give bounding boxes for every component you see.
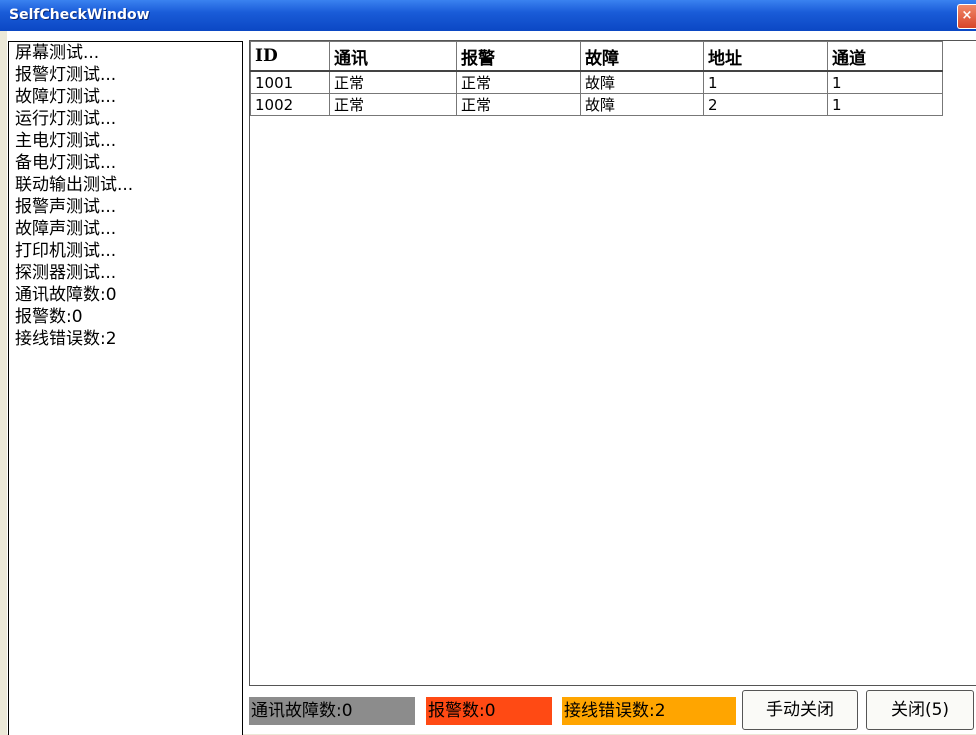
cell-id: 1001	[250, 70, 330, 94]
column-header-fault[interactable]: 故障	[580, 41, 704, 72]
device-status-table: ID 通讯 报警 故障 地址 通道 1001 正常 正常 故障 1 1 1002…	[249, 40, 976, 686]
cell-comm: 正常	[329, 93, 457, 116]
cell-channel: 1	[827, 70, 943, 94]
column-header-comm[interactable]: 通讯	[329, 41, 457, 72]
test-item-main-power[interactable]: 主电灯测试...	[15, 130, 116, 152]
test-item-linkage-output[interactable]: 联动输出测试...	[15, 174, 133, 196]
comm-fault-status: 通讯故障数:0	[249, 697, 415, 725]
title-bar: SelfCheckWindow ×	[0, 0, 976, 31]
cell-comm: 正常	[329, 70, 457, 94]
cell-channel: 1	[827, 93, 943, 116]
manual-close-button[interactable]: 手动关闭	[742, 690, 858, 730]
test-item-backup-power[interactable]: 备电灯测试...	[15, 152, 116, 174]
cell-id: 1002	[250, 93, 330, 116]
close-icon[interactable]: ×	[957, 4, 976, 29]
test-item-screen[interactable]: 屏幕测试...	[15, 42, 99, 64]
self-check-test-list: 屏幕测试... 报警灯测试... 故障灯测试... 运行灯测试... 主电灯测试…	[8, 41, 243, 735]
window-title: SelfCheckWindow	[9, 7, 150, 23]
wiring-error-status: 接线错误数:2	[562, 697, 736, 725]
test-item-run-light[interactable]: 运行灯测试...	[15, 108, 116, 130]
column-header-channel[interactable]: 通道	[827, 41, 943, 72]
window-left-edge	[0, 31, 7, 734]
test-item-detector[interactable]: 探测器测试...	[15, 262, 116, 284]
test-item-alarm-light[interactable]: 报警灯测试...	[15, 64, 116, 86]
cell-alarm: 正常	[456, 93, 581, 116]
cell-fault: 故障	[580, 93, 704, 116]
test-item-printer[interactable]: 打印机测试...	[15, 240, 116, 262]
cell-alarm: 正常	[456, 70, 581, 94]
summary-wiring-error-count: 接线错误数:2	[15, 329, 117, 349]
table-header-row: ID 通讯 报警 故障 地址 通道	[250, 41, 943, 72]
column-header-id[interactable]: ID	[250, 41, 330, 72]
alarm-status: 报警数:0	[426, 697, 552, 725]
cell-address: 2	[703, 93, 828, 116]
table-row[interactable]: 1002 正常 正常 故障 2 1	[250, 93, 943, 116]
close-button[interactable]: 关闭(5)	[866, 690, 974, 730]
cell-address: 1	[703, 70, 828, 94]
test-item-alarm-sound[interactable]: 报警声测试...	[15, 196, 116, 218]
summary-alarm-count: 报警数:0	[15, 307, 83, 327]
column-header-alarm[interactable]: 报警	[456, 41, 581, 72]
test-item-fault-sound[interactable]: 故障声测试...	[15, 218, 116, 240]
column-header-address[interactable]: 地址	[703, 41, 828, 72]
summary-comm-fault-count: 通讯故障数:0	[15, 285, 117, 305]
cell-fault: 故障	[580, 70, 704, 94]
test-item-fault-light[interactable]: 故障灯测试...	[15, 86, 116, 108]
table-row[interactable]: 1001 正常 正常 故障 1 1	[250, 70, 943, 94]
